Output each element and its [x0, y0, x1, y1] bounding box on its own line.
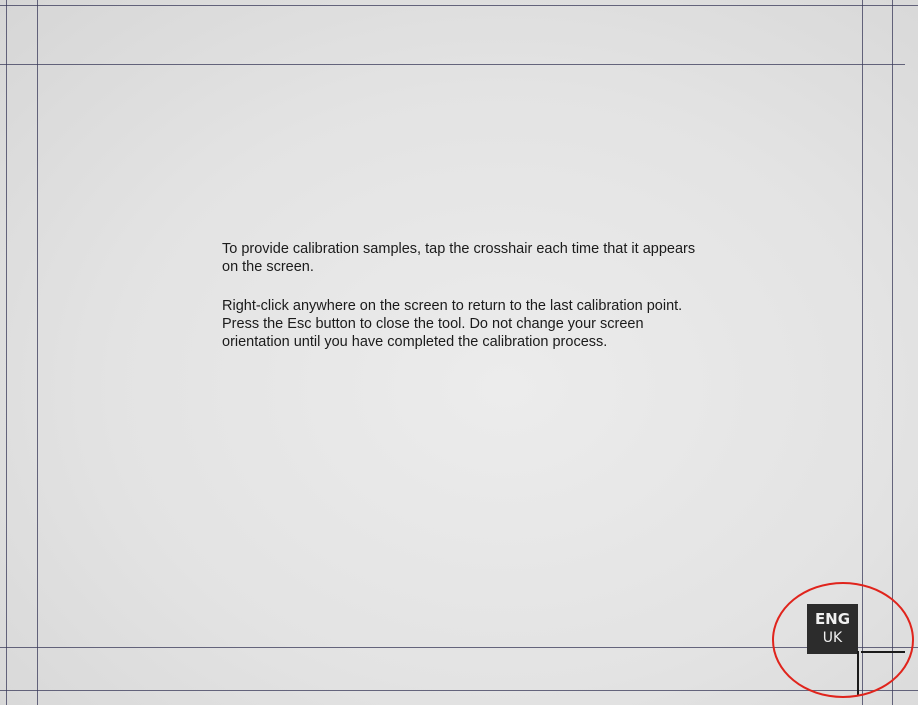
- guide-line-top: [0, 5, 918, 6]
- crosshair-horizontal-arm[interactable]: [861, 651, 905, 653]
- guide-line-right-inner: [862, 0, 863, 705]
- instruction-paragraph-1: To provide calibration samples, tap the …: [222, 241, 696, 275]
- guide-line-left-outer: [6, 0, 7, 705]
- crosshair-vertical-arm[interactable]: [857, 651, 859, 695]
- language-indicator[interactable]: ENG UK: [807, 604, 858, 654]
- language-region: UK: [822, 630, 843, 646]
- guide-line-right-outer: [892, 0, 893, 705]
- calibration-screen[interactable]: To provide calibration samples, tap the …: [0, 0, 918, 705]
- calibration-instructions: To provide calibration samples, tap the …: [222, 240, 712, 372]
- guide-line-left-inner: [37, 0, 38, 705]
- language-code: ENG: [814, 610, 851, 628]
- guide-line-lower: [0, 647, 918, 648]
- instruction-paragraph-2: Right-click anywhere on the screen to re…: [222, 298, 683, 350]
- guide-line-upper: [0, 64, 905, 65]
- guide-line-bottom: [0, 690, 918, 691]
